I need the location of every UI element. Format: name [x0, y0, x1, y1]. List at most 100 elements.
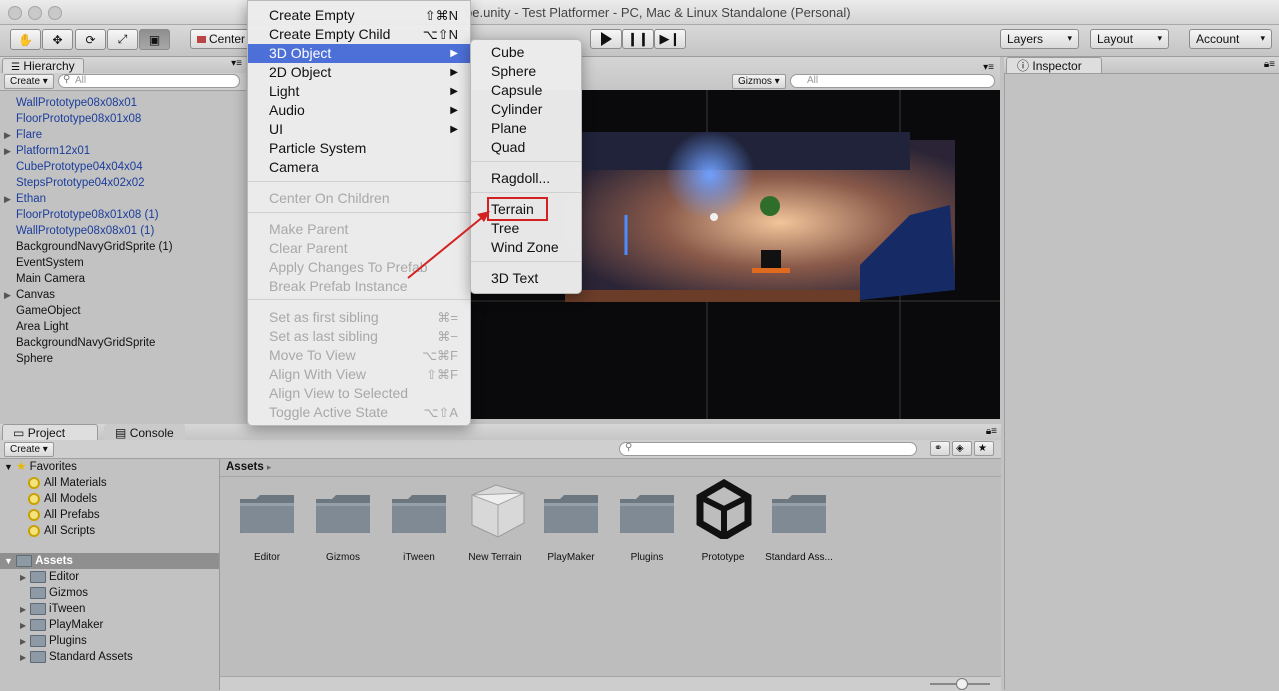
filter-by-label-button[interactable]: ◈ [952, 441, 972, 456]
gizmos-dropdown[interactable]: Gizmos ▾ [732, 74, 786, 89]
expand-arrow-icon[interactable]: ▶ [20, 602, 30, 618]
zoom-window-button[interactable] [48, 6, 62, 20]
menu-item[interactable]: Create Empty ⇧⌘N [248, 6, 470, 25]
project-create-button[interactable]: Create ▾ [4, 442, 54, 457]
tab-hierarchy[interactable]: ☰ Hierarchy [2, 58, 84, 73]
submenu-item-capsule[interactable]: Capsule [471, 81, 581, 100]
folder-icon[interactable] [770, 491, 828, 535]
lock-icon[interactable]: 🔒︎≡ [1264, 59, 1275, 70]
hierarchy-item[interactable]: EventSystem [16, 255, 84, 271]
hierarchy-item[interactable]: FloorPrototype08x01x08 (1) [16, 207, 159, 223]
menu-item[interactable]: Create Empty Child ⌥⇧N [248, 25, 470, 44]
close-window-button[interactable] [8, 6, 22, 20]
hierarchy-item[interactable]: Area Light [16, 319, 68, 335]
menu-item[interactable]: 3D Object ▶ [248, 44, 470, 63]
play-button[interactable] [590, 29, 622, 49]
hierarchy-item[interactable]: BackgroundNavyGridSprite [16, 335, 155, 351]
rotate-tool-button[interactable]: ⟳ [75, 29, 106, 50]
hierarchy-item[interactable]: Canvas [16, 287, 55, 303]
hierarchy-item[interactable]: StepsPrototype04x02x02 [16, 175, 145, 191]
asset-tree-item[interactable]: ▶ PlayMaker [20, 617, 103, 633]
expand-arrow-icon[interactable]: ▶ [4, 194, 11, 205]
hierarchy-item[interactable]: Ethan [16, 191, 46, 207]
folder-icon[interactable] [314, 491, 372, 535]
hierarchy-item[interactable]: Platform12x01 [16, 143, 90, 159]
menu-item[interactable]: 2D Object ▶ [248, 63, 470, 82]
submenu-item-sphere[interactable]: Sphere [471, 62, 581, 81]
hierarchy-item[interactable]: Sphere [16, 351, 53, 367]
layers-dropdown[interactable]: Layers [1000, 29, 1079, 49]
asset-tree-item[interactable]: ▶ Standard Assets [20, 649, 133, 665]
breadcrumb[interactable]: Assets ▸ [226, 459, 271, 475]
expand-arrow-icon[interactable]: ▶ [4, 290, 11, 301]
icon-size-slider-thumb[interactable] [956, 678, 968, 690]
submenu-item-quad[interactable]: Quad [471, 138, 581, 157]
favorite-item[interactable]: All Prefabs [28, 507, 100, 523]
expand-arrow-icon[interactable]: ▶ [20, 618, 30, 634]
minimize-window-button[interactable] [28, 6, 42, 20]
favorite-item[interactable]: All Materials [28, 475, 107, 491]
step-button[interactable]: ▶❙ [654, 29, 686, 49]
tab-project[interactable]: ▭ Project [2, 424, 98, 440]
asset-tree-item[interactable]: ▶ Plugins [20, 633, 87, 649]
project-search-input[interactable] [619, 442, 917, 456]
project-panel-menu-icon[interactable]: 🔒︎≡ [986, 426, 997, 437]
hierarchy-item[interactable]: Main Camera [16, 271, 85, 287]
hierarchy-item[interactable]: FloorPrototype08x01x08 [16, 111, 141, 127]
assets-node[interactable]: ▼ Assets [0, 553, 219, 569]
expand-arrow-icon[interactable]: ▶ [4, 130, 11, 141]
favorites-node[interactable]: ▼ ★ Favorites [4, 459, 77, 475]
filter-by-type-button[interactable]: ⚭ [930, 441, 950, 456]
account-dropdown[interactable]: Account [1189, 29, 1272, 49]
expand-arrow-icon[interactable]: ▶ [20, 570, 30, 586]
favorite-item[interactable]: All Models [28, 491, 97, 507]
scene-search-input[interactable]: All [790, 74, 995, 88]
scene-panel-menu-icon[interactable]: ▾≡ [983, 62, 994, 73]
hierarchy-item[interactable]: WallPrototype08x08x01 [16, 95, 137, 111]
rect-tool-button[interactable]: ▣ [139, 29, 170, 50]
tab-inspector[interactable]: ⓘ Inspector [1006, 57, 1102, 73]
expand-arrow-icon[interactable]: ▶ [20, 634, 30, 650]
hierarchy-item[interactable]: Flare [16, 127, 42, 143]
unity-logo-icon[interactable] [694, 478, 752, 542]
hierarchy-item[interactable]: WallPrototype08x08x01 (1) [16, 223, 154, 239]
menu-item[interactable]: Particle System [248, 139, 470, 158]
submenu-item-plane[interactable]: Plane [471, 119, 581, 138]
submenu-item-terrain[interactable]: Terrain [471, 200, 581, 219]
menu-item[interactable]: Camera [248, 158, 470, 177]
submenu-item-3d-text[interactable]: 3D Text [471, 269, 581, 288]
folder-icon[interactable] [390, 491, 448, 535]
hierarchy-item[interactable]: GameObject [16, 303, 81, 319]
menu-item[interactable]: UI ▶ [248, 120, 470, 139]
hierarchy-create-button[interactable]: Create ▾ [4, 74, 54, 89]
panel-menu-icon[interactable]: ▾≡ [231, 58, 242, 69]
asset-tree-item[interactable]: ▶ iTween [20, 601, 85, 617]
menu-item[interactable]: Light ▶ [248, 82, 470, 101]
pivot-center-toggle[interactable]: Center [190, 29, 250, 49]
submenu-item-cube[interactable]: Cube [471, 43, 581, 62]
expand-arrow-icon[interactable]: ▶ [20, 650, 30, 666]
pause-button[interactable]: ❙❙ [622, 29, 654, 49]
folder-icon[interactable] [238, 491, 296, 535]
folder-icon[interactable] [542, 491, 600, 535]
menu-item[interactable]: Audio ▶ [248, 101, 470, 120]
layout-dropdown[interactable]: Layout [1090, 29, 1169, 49]
submenu-item-ragdoll[interactable]: Ragdoll... [471, 169, 581, 188]
favorite-button[interactable]: ★ [974, 441, 994, 456]
favorite-item[interactable]: All Scripts [28, 523, 95, 539]
expand-arrow-icon[interactable]: ▶ [4, 146, 11, 157]
asset-tree-item[interactable]: ▶ Editor [20, 569, 79, 585]
hierarchy-item[interactable]: BackgroundNavyGridSprite (1) [16, 239, 173, 255]
terrain-asset-icon[interactable] [466, 484, 525, 538]
submenu-item-tree[interactable]: Tree [471, 219, 581, 238]
scale-tool-button[interactable]: ⤢ [107, 29, 138, 50]
submenu-item-wind-zone[interactable]: Wind Zone [471, 238, 581, 257]
move-tool-button[interactable]: ✥ [42, 29, 73, 50]
tab-console[interactable]: ▤ Console [104, 424, 185, 440]
hierarchy-item[interactable]: CubePrototype04x04x04 [16, 159, 143, 175]
folder-icon[interactable] [618, 491, 676, 535]
hierarchy-search-input[interactable]: All [58, 74, 240, 88]
asset-tree-item[interactable]: Gizmos [20, 585, 88, 601]
hand-tool-button[interactable]: ✋ [10, 29, 41, 50]
submenu-item-cylinder[interactable]: Cylinder [471, 100, 581, 119]
